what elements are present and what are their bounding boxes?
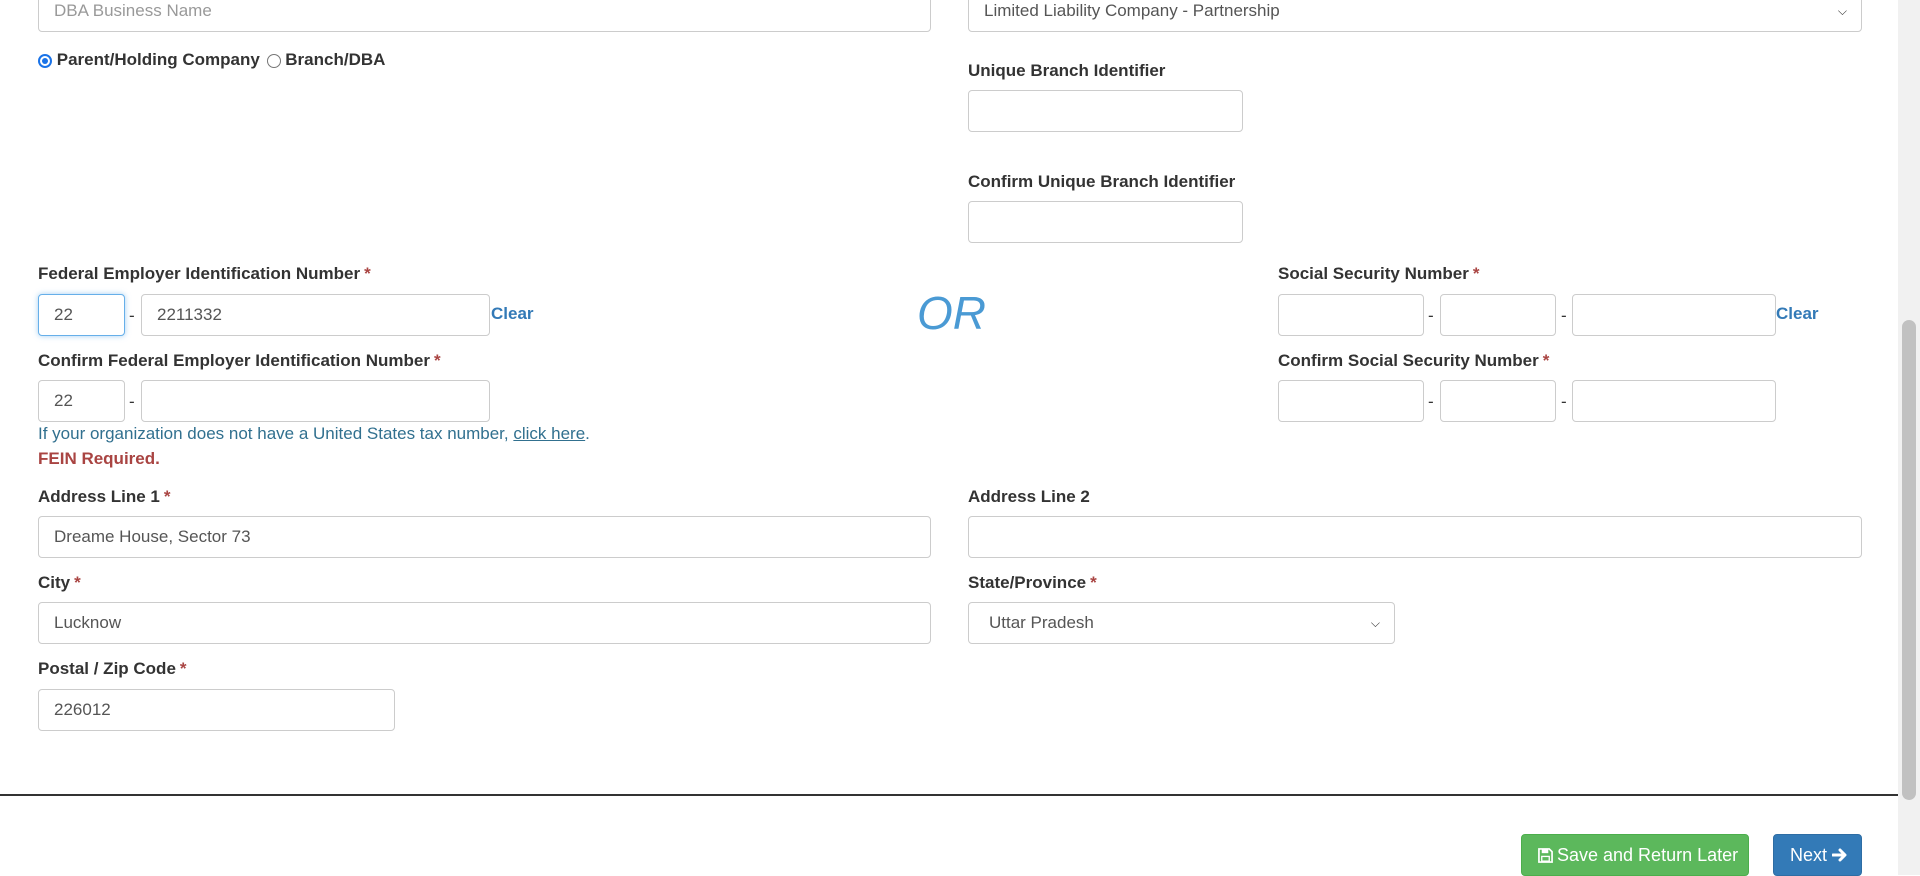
tax-hint-end: . bbox=[585, 424, 590, 443]
ssn-part3-input[interactable] bbox=[1572, 294, 1776, 336]
confirm-fein-label: Confirm Federal Employer Identification … bbox=[38, 351, 441, 371]
address-line1-input[interactable]: Dreame House, Sector 73 bbox=[38, 516, 931, 558]
ssn-part2-input[interactable] bbox=[1440, 294, 1556, 336]
confirm-fein-part1-input[interactable]: 22 bbox=[38, 380, 125, 422]
address-line1-value: Dreame House, Sector 73 bbox=[54, 527, 251, 546]
confirm-fein-label-text: Confirm Federal Employer Identification … bbox=[38, 351, 431, 370]
postal-code-label-text: Postal / Zip Code bbox=[38, 659, 176, 678]
floppy-disk-icon bbox=[1538, 848, 1553, 863]
ssn-part1-input[interactable] bbox=[1278, 294, 1424, 336]
confirm-ssn-part1-input[interactable] bbox=[1278, 380, 1424, 422]
confirm-ssn-dash-2: - bbox=[1561, 392, 1567, 411]
confirm-fein-dash: - bbox=[129, 392, 135, 411]
chevron-down-icon: ⌵ bbox=[1370, 616, 1380, 630]
entity-type-select[interactable]: Limited Liability Company - Partnership … bbox=[968, 0, 1862, 32]
required-mark: * bbox=[434, 351, 441, 370]
required-mark: * bbox=[163, 487, 171, 506]
address-line2-input[interactable] bbox=[968, 516, 1862, 558]
ssn-clear-link[interactable]: Clear bbox=[1776, 304, 1819, 324]
tax-number-hint: If your organization does not have a Uni… bbox=[38, 424, 590, 444]
ssn-dash-1: - bbox=[1428, 306, 1434, 325]
city-value: Lucknow bbox=[54, 613, 122, 632]
required-mark: * bbox=[74, 573, 81, 592]
confirm-ssn-part2-input[interactable] bbox=[1440, 380, 1556, 422]
chevron-down-icon: ⌵ bbox=[1837, 4, 1847, 18]
ssn-label-text: Social Security Number bbox=[1278, 264, 1469, 283]
unique-branch-identifier-input[interactable] bbox=[968, 90, 1243, 132]
branch-dba-radio[interactable] bbox=[266, 53, 281, 68]
city-label: City * bbox=[38, 573, 81, 593]
confirm-ssn-part3-input[interactable] bbox=[1572, 380, 1776, 422]
fein-part2-value: 2211332 bbox=[157, 305, 222, 324]
city-input[interactable]: Lucknow bbox=[38, 602, 931, 644]
tax-hint-text: If your organization does not have a Uni… bbox=[38, 424, 509, 443]
dba-business-name-input[interactable]: DBA Business Name bbox=[38, 0, 931, 32]
address-line2-label: Address Line 2 bbox=[968, 487, 1090, 506]
ssn-label: Social Security Number * bbox=[1278, 264, 1479, 284]
state-province-selected-value: Uttar Pradesh bbox=[989, 613, 1094, 632]
fein-dash: - bbox=[129, 306, 135, 325]
or-separator: OR bbox=[917, 287, 986, 339]
confirm-unique-branch-identifier-label: Confirm Unique Branch Identifier bbox=[968, 172, 1236, 191]
fein-part2-input[interactable]: 2211332 bbox=[141, 294, 490, 336]
state-province-label: State/Province * bbox=[968, 573, 1097, 593]
fein-label: Federal Employer Identification Number * bbox=[38, 264, 371, 284]
required-mark: * bbox=[364, 264, 371, 283]
unique-branch-identifier-label: Unique Branch Identifier bbox=[968, 61, 1166, 80]
branch-dba-label[interactable]: Branch/DBA bbox=[285, 50, 385, 69]
state-province-select[interactable]: Uttar Pradesh ⌵ bbox=[968, 602, 1395, 644]
fein-part1-input[interactable]: 22 bbox=[38, 294, 125, 336]
required-mark: * bbox=[1472, 264, 1480, 283]
fein-label-text: Federal Employer Identification Number bbox=[38, 264, 361, 283]
entity-type-selected-value: Limited Liability Company - Partnership bbox=[984, 1, 1280, 20]
parent-holding-company-radio[interactable] bbox=[38, 53, 52, 68]
confirm-ssn-label-text: Confirm Social Security Number bbox=[1278, 351, 1539, 370]
city-label-text: City bbox=[38, 573, 71, 592]
required-mark: * bbox=[1090, 573, 1097, 592]
postal-code-label: Postal / Zip Code * bbox=[38, 659, 187, 679]
state-province-label-text: State/Province bbox=[968, 573, 1087, 592]
address-line1-label-text: Address Line 1 bbox=[38, 487, 160, 506]
save-button-label: Save and Return Later bbox=[1557, 845, 1739, 865]
ssn-dash-2: - bbox=[1561, 306, 1567, 325]
save-and-return-later-button[interactable]: Save and Return Later bbox=[1521, 834, 1749, 876]
company-type-radio-group: Parent/Holding Company Branch/DBA bbox=[38, 50, 385, 70]
parent-holding-company-label[interactable]: Parent/Holding Company bbox=[57, 50, 260, 69]
fein-error-message: FEIN Required. bbox=[38, 449, 160, 468]
required-mark: * bbox=[1542, 351, 1550, 370]
required-mark: * bbox=[179, 659, 187, 678]
section-divider bbox=[0, 794, 1898, 796]
next-button-label: Next bbox=[1790, 845, 1828, 865]
address-line1-label: Address Line 1 * bbox=[38, 487, 171, 507]
confirm-unique-branch-identifier-input[interactable] bbox=[968, 201, 1243, 243]
confirm-ssn-dash-1: - bbox=[1428, 392, 1434, 411]
confirm-fein-part2-input[interactable] bbox=[141, 380, 490, 422]
postal-code-input[interactable]: 226012 bbox=[38, 689, 395, 731]
confirm-fein-part1-value: 22 bbox=[54, 391, 73, 410]
arrow-right-icon bbox=[1831, 848, 1847, 862]
postal-code-value: 226012 bbox=[54, 700, 111, 719]
fein-clear-link[interactable]: Clear bbox=[491, 304, 534, 324]
no-tax-number-link[interactable]: click here bbox=[513, 424, 585, 443]
page-scrollbar-thumb[interactable] bbox=[1902, 320, 1916, 800]
fein-part1-value: 22 bbox=[54, 305, 73, 324]
next-button[interactable]: Next bbox=[1773, 834, 1862, 876]
dba-business-name-placeholder: DBA Business Name bbox=[54, 1, 212, 20]
confirm-ssn-label: Confirm Social Security Number * bbox=[1278, 351, 1549, 371]
